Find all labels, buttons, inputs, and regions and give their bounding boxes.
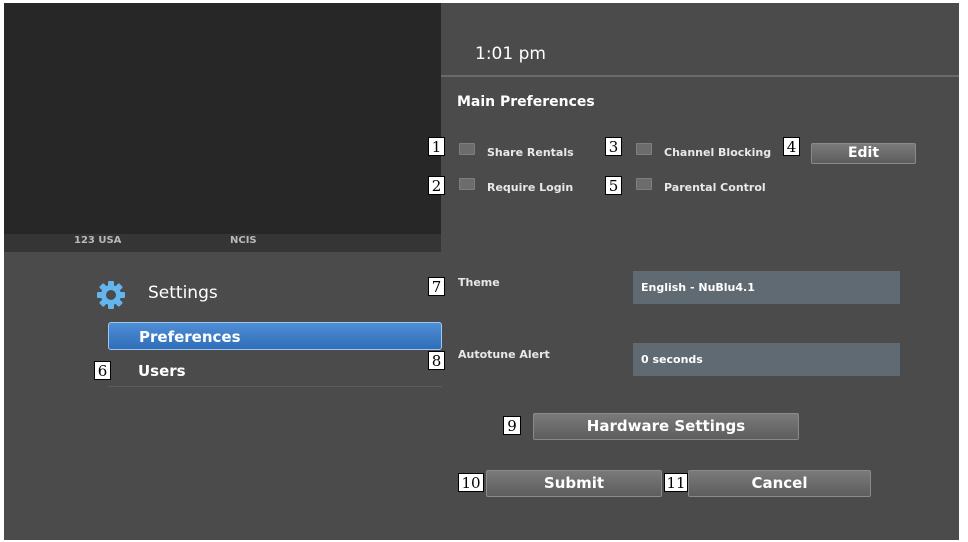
channel-info-bar: 123 USA NCIS (4, 234, 441, 252)
edit-button[interactable]: Edit (811, 143, 916, 164)
video-preview (4, 3, 441, 234)
theme-select[interactable]: English - NuBlu4.1 (633, 271, 900, 304)
share-rentals-checkbox[interactable] (459, 143, 475, 155)
clock: 1:01 pm (475, 44, 546, 64)
callout-2: 2 (428, 176, 445, 195)
parental-control-checkbox[interactable] (636, 178, 652, 190)
callout-11: 11 (664, 473, 688, 492)
autotune-alert-label: Autotune Alert (458, 348, 550, 361)
callout-1: 1 (428, 137, 445, 156)
theme-label: Theme (458, 276, 500, 289)
hardware-settings-button[interactable]: Hardware Settings (533, 413, 799, 440)
callout-4: 4 (783, 137, 800, 156)
section-title: Main Preferences (457, 94, 595, 110)
callout-8: 8 (428, 351, 445, 370)
share-rentals-label: Share Rentals (487, 146, 574, 159)
settings-title: Settings (148, 283, 218, 303)
callout-5: 5 (605, 176, 622, 195)
channel-blocking-label: Channel Blocking (664, 146, 772, 159)
callout-10: 10 (458, 473, 484, 492)
sidebar-item-users[interactable]: Users (108, 358, 442, 387)
parental-control-label: Parental Control (664, 181, 766, 194)
callout-3: 3 (605, 137, 622, 156)
program-title: NCIS (230, 235, 257, 246)
channel-blocking-checkbox[interactable] (636, 143, 652, 155)
callout-9: 9 (503, 416, 521, 435)
sidebar-item-preferences[interactable]: Preferences (108, 322, 442, 350)
sidebar-item-label: Users (138, 362, 186, 380)
require-login-label: Require Login (487, 181, 574, 194)
autotune-alert-select[interactable]: 0 seconds (633, 343, 900, 376)
cancel-button[interactable]: Cancel (688, 470, 871, 497)
header-divider (441, 75, 959, 77)
gear-icon (97, 281, 125, 309)
channel-number: 123 USA (74, 235, 122, 246)
sidebar-item-label: Preferences (139, 328, 241, 346)
require-login-checkbox[interactable] (459, 178, 475, 190)
callout-7: 7 (428, 277, 445, 296)
submit-button[interactable]: Submit (486, 470, 662, 497)
